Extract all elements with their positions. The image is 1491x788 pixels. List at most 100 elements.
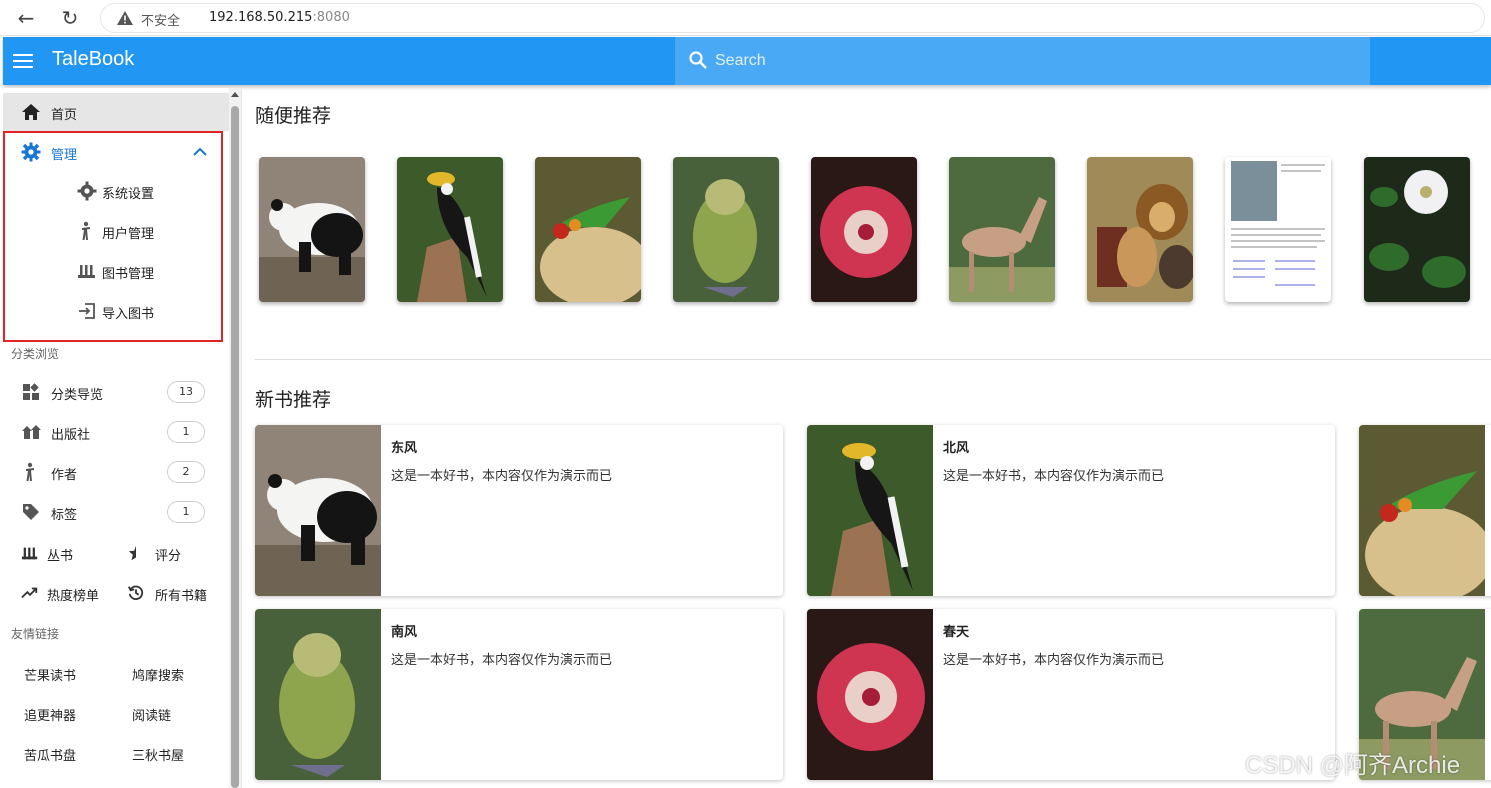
sidebar-item-import[interactable]: 导入图书 (3, 292, 229, 330)
sidebar: 首页 管理 系统设置 用户管理 图书管理 导入图书 分类浏览 分类导览 13 出… (3, 88, 229, 788)
sidebar-item-label: 丛书 (47, 549, 74, 564)
sidebar-item-hot[interactable]: 热度榜单 (21, 574, 121, 612)
sidebar-item-publisher[interactable]: 出版社 1 (3, 413, 229, 451)
person-icon (82, 221, 90, 240)
book-title[interactable]: 春天 (943, 621, 969, 640)
star-half-icon (128, 545, 136, 561)
book-title[interactable]: 南风 (391, 621, 417, 640)
book-cover-lions[interactable] (1087, 157, 1193, 302)
book-description: 这是一本好书，本内容仅作为演示而已 (943, 469, 1165, 484)
sidebar-item-label: 用户管理 (102, 227, 155, 242)
count-badge: 1 (167, 501, 205, 523)
section-divider (255, 359, 1491, 360)
sidebar-item-label: 作者 (51, 468, 78, 483)
back-arrow-icon[interactable]: ← (12, 4, 40, 32)
gear-icon (77, 181, 97, 201)
sidebar-pair-row: 热度榜单 所有书籍 (3, 574, 229, 612)
section-title-random: 随便推荐 (255, 105, 332, 127)
sidebar-item-tag[interactable]: 标签 1 (3, 493, 229, 531)
url-text: 192.168.50.215:8080 (209, 10, 350, 25)
book-cover-sundew[interactable] (811, 157, 917, 302)
reload-icon[interactable]: ↻ (56, 4, 84, 32)
sidebar-item-rating[interactable]: 评分 (127, 534, 227, 572)
sidebar-pair-row: 丛书 评分 (3, 534, 229, 572)
search-icon (689, 51, 707, 69)
book-card[interactable] (1359, 425, 1491, 596)
app-bar: TaleBook (3, 37, 1491, 85)
book-thumbnail (255, 609, 381, 780)
book-description: 这是一本好书，本内容仅作为演示而已 (943, 653, 1165, 668)
sidebar-item-label: 首页 (51, 108, 78, 123)
sidebar-item-users[interactable]: 用户管理 (3, 212, 229, 250)
sidebar-item-category[interactable]: 分类导览 13 (3, 373, 229, 411)
sidebar-item-label: 图书管理 (102, 267, 155, 282)
friend-link[interactable]: 追更神器 (24, 705, 76, 724)
sidebar-item-label: 分类导览 (51, 388, 104, 403)
friend-link[interactable]: 苦瓜书盘 (24, 745, 76, 764)
search-input[interactable] (715, 49, 1315, 73)
warning-icon (117, 11, 133, 25)
book-card[interactable]: 南风 这是一本好书，本内容仅作为演示而已 (255, 609, 783, 780)
sidebar-item-label: 所有书籍 (155, 589, 208, 604)
sidebar-item-label: 出版社 (51, 428, 91, 443)
sidebar-item-label: 标签 (51, 508, 78, 523)
book-card[interactable]: 北风 这是一本好书，本内容仅作为演示而已 (807, 425, 1335, 596)
book-description: 这是一本好书，本内容仅作为演示而已 (391, 469, 613, 484)
count-badge: 1 (167, 421, 205, 443)
sidebar-item-series[interactable]: 丛书 (21, 534, 121, 572)
sidebar-item-all-books[interactable]: 所有书籍 (127, 574, 227, 612)
gear-icon (21, 142, 41, 162)
trending-up-icon (21, 587, 38, 599)
address-bar[interactable]: 不安全 192.168.50.215:8080 (100, 3, 1485, 33)
chevron-up-icon[interactable] (193, 147, 207, 157)
book-cover-deer[interactable] (949, 157, 1055, 302)
link-row: 芒果读书 鸠摩搜索 (3, 654, 229, 692)
book-cover-panda[interactable] (259, 157, 365, 302)
brand-title[interactable]: TaleBook (52, 48, 134, 71)
book-cover-lorikeet[interactable] (535, 157, 641, 302)
book-thumbnail (807, 609, 933, 780)
category-icon (23, 383, 39, 400)
book-cover-kakapo[interactable] (673, 157, 779, 302)
library-icon (78, 265, 95, 278)
sidebar-item-label: 系统设置 (102, 187, 155, 202)
sidebar-item-label: 热度榜单 (47, 589, 100, 604)
author-icon (26, 462, 34, 481)
scroll-up-arrow-icon[interactable] (231, 92, 239, 97)
section-title-new: 新书推荐 (255, 389, 332, 411)
friend-link[interactable]: 芒果读书 (24, 665, 76, 684)
scrollbar-thumb[interactable] (231, 106, 239, 788)
book-cover-flower[interactable] (1364, 157, 1470, 302)
sidebar-scrollbar[interactable] (229, 88, 242, 788)
history-icon (127, 585, 144, 600)
friend-link[interactable]: 三秋书屋 (132, 745, 184, 764)
hamburger-menu-icon[interactable] (13, 50, 33, 72)
book-thumbnail (255, 425, 381, 596)
sidebar-item-settings[interactable]: 系统设置 (3, 172, 229, 210)
publisher-icon (22, 425, 41, 439)
friend-link[interactable]: 鸠摩搜索 (132, 665, 184, 684)
section-title-links: 友情链接 (11, 627, 60, 641)
sidebar-item-books[interactable]: 图书管理 (3, 252, 229, 290)
sidebar-item-admin[interactable]: 管理 (3, 133, 229, 171)
sidebar-item-author[interactable]: 作者 2 (3, 453, 229, 491)
book-card[interactable]: 东风 这是一本好书，本内容仅作为演示而已 (255, 425, 783, 596)
main-content: 随便推荐 新书推荐 东风 这是一本好书，本内容仅作为演示而已 北风 这是一本好书… (243, 88, 1491, 788)
link-row: 追更神器 阅读链 (3, 694, 229, 732)
search-box[interactable] (675, 37, 1370, 85)
friend-link[interactable]: 阅读链 (132, 705, 171, 724)
book-cover-document[interactable] (1225, 157, 1331, 302)
sidebar-item-label: 评分 (155, 549, 182, 564)
section-title-browse: 分类浏览 (11, 347, 60, 361)
book-description: 这是一本好书，本内容仅作为演示而已 (391, 653, 613, 668)
book-cover-hornbill[interactable] (397, 157, 503, 302)
book-title[interactable]: 东风 (391, 437, 417, 456)
book-title[interactable]: 北风 (943, 437, 969, 456)
book-thumbnail (1359, 425, 1485, 596)
insecure-label: 不安全 (141, 14, 181, 29)
browser-toolbar: ← ↻ 不安全 192.168.50.215:8080 (0, 0, 1491, 36)
sidebar-item-home[interactable]: 首页 (3, 93, 229, 131)
watermark-text: CSDN @阿齐Archie (1245, 752, 1461, 779)
link-row: 苦瓜书盘 三秋书屋 (3, 734, 229, 772)
home-icon (22, 104, 40, 120)
